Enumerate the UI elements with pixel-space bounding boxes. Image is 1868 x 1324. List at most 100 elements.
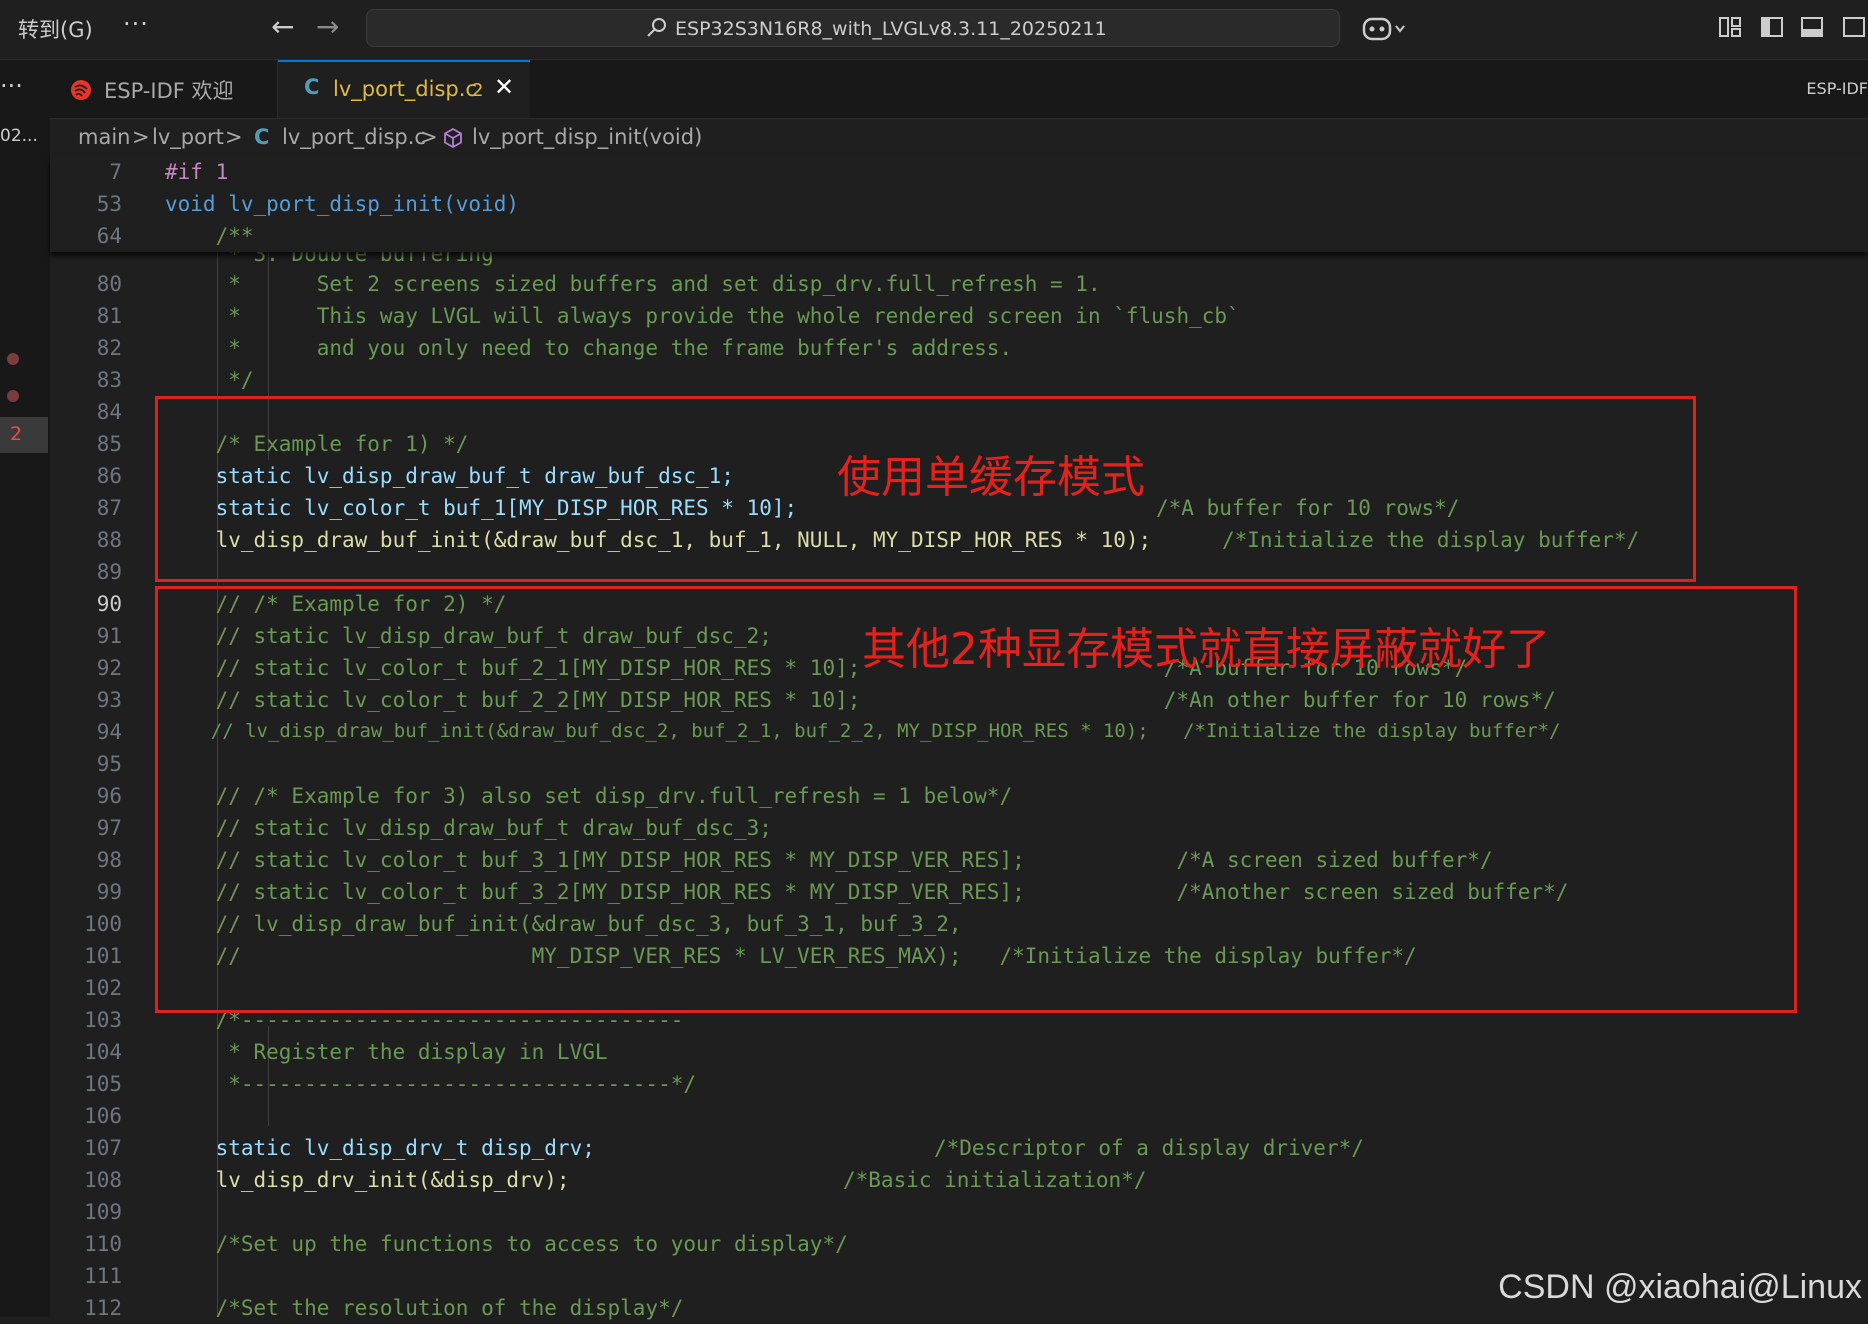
- problems-badge[interactable]: 2: [0, 417, 48, 453]
- line-number: 96: [96, 784, 122, 808]
- breadcrumb-item[interactable]: lv_port_disp.c: [282, 125, 426, 149]
- line-number: 92: [96, 656, 122, 680]
- line-number: 101: [84, 944, 122, 968]
- tab-label: lv_port_disp.c: [333, 77, 477, 101]
- method-cube-icon: [444, 127, 462, 149]
- line-number: 93: [96, 688, 122, 712]
- code-line[interactable]: 7 #if 1: [50, 156, 1868, 188]
- code-comment: /*Basic initialization*/: [843, 1168, 1147, 1192]
- line-number: 106: [84, 1104, 122, 1128]
- line-number: 97: [96, 816, 122, 840]
- breakpoint-icon[interactable]: [7, 353, 19, 365]
- line-number: 7: [109, 160, 122, 184]
- line-number: 64: [96, 224, 122, 248]
- back-arrow-icon[interactable]: ←: [271, 10, 294, 43]
- line-number: 89: [96, 560, 122, 584]
- code-text: *----------------------------------*/: [165, 1072, 697, 1096]
- code-line[interactable]: 82 * and you only need to change the fra…: [50, 332, 1868, 364]
- code-line[interactable]: 107 static lv_disp_drv_t disp_drv; /*Desc…: [50, 1132, 1868, 1164]
- code-text: * Set 2 screens sized buffers and set di…: [165, 272, 1101, 296]
- code-text: /*Set the resolution of the display*/: [165, 1296, 684, 1320]
- line-number: 90: [96, 592, 122, 616]
- line-number: 85: [96, 432, 122, 456]
- layout-controls: [1718, 15, 1868, 45]
- code-line[interactable]: 104 * Register the display in LVGL: [50, 1036, 1868, 1068]
- tab-bar: ··· ESP-IDF 欢迎 C lv_port_disp.c 2 ✕ ESP-…: [0, 60, 1868, 119]
- breakpoint-icon[interactable]: [7, 390, 19, 402]
- watermark: CSDN @xiaohai@Linux: [1498, 1268, 1862, 1306]
- line-number: 103: [84, 1008, 122, 1032]
- line-number: 98: [96, 848, 122, 872]
- left-sidebar-strip: 02... 2: [0, 118, 50, 1317]
- tab-label: ESP-IDF 欢迎: [104, 79, 234, 103]
- line-number: 94: [96, 720, 122, 744]
- code-text: static lv_disp_drv_t disp_drv;: [165, 1136, 595, 1160]
- line-number: 111: [84, 1264, 122, 1288]
- copilot-icon[interactable]: [1362, 13, 1408, 45]
- line-number: 88: [96, 528, 122, 552]
- line-number: 107: [84, 1136, 122, 1160]
- code-line[interactable]: 81 * This way LVGL will always provide t…: [50, 300, 1868, 332]
- line-number: 91: [96, 624, 122, 648]
- tab-esp-idf-welcome[interactable]: ESP-IDF 欢迎: [52, 60, 278, 118]
- code-line[interactable]: 105 *----------------------------------*…: [50, 1068, 1868, 1100]
- code-line[interactable]: 83 */: [50, 364, 1868, 396]
- espressif-icon: [71, 80, 91, 100]
- code-text: */: [165, 368, 254, 392]
- line-number: 110: [84, 1232, 122, 1256]
- code-comment: /*Descriptor of a display driver*/: [934, 1136, 1364, 1160]
- close-icon[interactable]: ✕: [494, 73, 514, 101]
- code-text: * Register the display in LVGL: [165, 1040, 608, 1064]
- line-number: 104: [84, 1040, 122, 1064]
- c-file-icon: C: [304, 75, 320, 99]
- problem-count-badge: 2: [472, 80, 484, 101]
- goto-menu[interactable]: 转到(G): [18, 14, 93, 44]
- line-number: 87: [96, 496, 122, 520]
- line-number: 102: [84, 976, 122, 1000]
- sticky-scroll-header[interactable]: 7 #if 1 53 void lv_port_disp_init(void) …: [50, 156, 1868, 252]
- code-line[interactable]: 53 void lv_port_disp_init(void): [50, 188, 1868, 220]
- line-number: 99: [96, 880, 122, 904]
- code-line[interactable]: 108 lv_disp_drv_init(&disp_drv); /*Basic …: [50, 1164, 1868, 1196]
- breadcrumb-separator: >: [132, 125, 150, 149]
- code-line[interactable]: 64 /**: [50, 220, 1868, 252]
- toggle-sidebar-icon[interactable]: [1760, 15, 1784, 39]
- line-number: 105: [84, 1072, 122, 1096]
- code-text: * This way LVGL will always provide the …: [165, 304, 1240, 328]
- line-number: 112: [84, 1296, 122, 1320]
- breadcrumb-separator: >: [420, 125, 438, 149]
- tab-lv-port-disp[interactable]: C lv_port_disp.c 2 ✕: [278, 60, 530, 118]
- command-center-search[interactable]: ESP32S3N16R8_with_LVGLv8.3.11_20250211: [366, 9, 1340, 47]
- code-text: /**: [165, 224, 254, 248]
- line-number: 84: [96, 400, 122, 424]
- breadcrumb-item[interactable]: lv_port_disp_init(void): [472, 125, 702, 149]
- sidebar-label: 02...: [0, 126, 38, 146]
- annotation-single-buffer: 使用单缓存模式: [837, 452, 1145, 503]
- views-more-icon[interactable]: ···: [0, 72, 23, 100]
- code-text: lv_disp_drv_init(&disp_drv);: [165, 1168, 570, 1192]
- annotation-other-modes: 其他2种显存模式就直接屏蔽就好了: [862, 624, 1550, 675]
- code-text: #if 1: [165, 160, 229, 184]
- breadcrumb-separator: >: [225, 125, 243, 149]
- code-line[interactable]: 80 * Set 2 screens sized buffers and set…: [50, 268, 1868, 300]
- code-text: /*Set up the functions to access to your…: [165, 1232, 848, 1256]
- line-number: 95: [96, 752, 122, 776]
- title-bar: 转到(G) ··· ← → ESP32S3N16R8_with_LVGLv8.3…: [0, 0, 1868, 60]
- breadcrumb-item[interactable]: lv_port: [152, 125, 224, 149]
- code-line[interactable]: 109: [50, 1196, 1868, 1228]
- search-icon: [647, 18, 666, 37]
- line-number: 109: [84, 1200, 122, 1224]
- customize-layout-icon[interactable]: [1718, 15, 1742, 39]
- code-line[interactable]: 106: [50, 1100, 1868, 1132]
- toggle-secondary-sidebar-icon[interactable]: [1842, 15, 1866, 39]
- code-line[interactable]: 110 /*Set up the functions to access to …: [50, 1228, 1868, 1260]
- esp-idf-panel-label[interactable]: ESP-IDF: [1806, 79, 1868, 98]
- toggle-panel-icon[interactable]: [1800, 15, 1824, 39]
- line-number: 82: [96, 336, 122, 360]
- line-number: 83: [96, 368, 122, 392]
- line-number: 86: [96, 464, 122, 488]
- breadcrumb-item[interactable]: main: [78, 125, 130, 149]
- forward-arrow-icon[interactable]: →: [316, 10, 339, 43]
- more-menu-icon[interactable]: ···: [123, 10, 149, 38]
- search-text: ESP32S3N16R8_with_LVGLv8.3.11_20250211: [675, 18, 1107, 40]
